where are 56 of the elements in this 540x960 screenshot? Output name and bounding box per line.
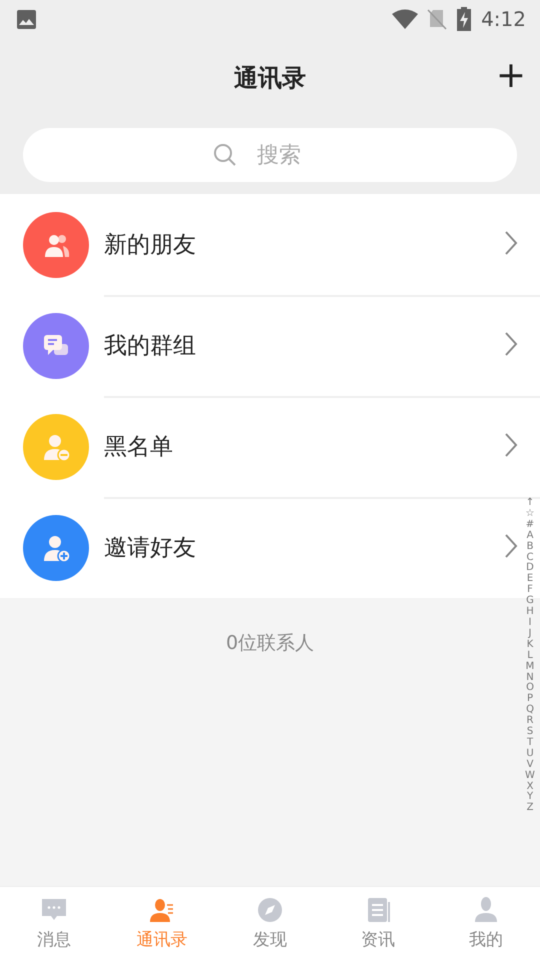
add-button[interactable]: + — [492, 56, 530, 96]
index-letter[interactable]: H — [526, 607, 534, 618]
nav-tab[interactable]: 资讯 — [324, 887, 432, 960]
index-letter[interactable]: Y — [526, 792, 534, 804]
index-letter[interactable]: Z — [526, 803, 534, 814]
menu-row[interactable]: 我的群组 — [0, 295, 540, 396]
nav-tab[interactable]: 我的 — [432, 887, 540, 960]
index-letter[interactable]: T — [526, 738, 534, 749]
contact-count: 0位联系人 — [226, 632, 314, 654]
menu-label: 黑名单 — [104, 433, 174, 462]
nav-tab[interactable]: 通讯录 — [108, 887, 216, 960]
index-letter[interactable]: N — [526, 672, 534, 684]
menu-row[interactable]: 新的朋友 — [0, 194, 540, 295]
image-icon — [16, 8, 37, 30]
chevron-right-icon — [504, 532, 518, 558]
index-letter[interactable]: P — [526, 694, 534, 706]
index-letter[interactable]: I — [528, 618, 532, 629]
index-letter[interactable]: W — [525, 770, 535, 782]
index-letter[interactable]: O — [526, 683, 534, 694]
index-letter[interactable]: K — [526, 640, 534, 651]
search-field[interactable]: 搜索 — [23, 128, 517, 182]
index-letter[interactable]: A — [526, 530, 534, 542]
index-letter[interactable]: X — [526, 782, 534, 792]
menu-row[interactable]: 黑名单 — [0, 396, 540, 497]
index-letter[interactable]: # — [526, 520, 534, 531]
nav-tab[interactable]: 发现 — [216, 887, 324, 960]
chevron-right-icon — [504, 330, 518, 356]
wifi-icon — [391, 8, 420, 30]
index-letter[interactable]: F — [527, 585, 533, 596]
search-icon — [213, 143, 237, 167]
menu-label: 我的群组 — [104, 332, 197, 361]
index-letter[interactable]: S — [526, 727, 534, 738]
chevron-right-icon — [504, 432, 518, 458]
battery-charging-icon — [457, 7, 472, 31]
index-letter[interactable]: L — [527, 650, 533, 662]
chevron-right-icon — [504, 230, 518, 256]
nav-tab[interactable]: 消息 — [0, 887, 108, 960]
index-letter[interactable]: ☆ — [526, 508, 534, 520]
index-letter[interactable]: D — [526, 563, 534, 574]
menu-label: 新的朋友 — [104, 231, 197, 260]
index-letter[interactable]: Q — [526, 705, 534, 716]
index-letter[interactable]: C — [526, 552, 534, 564]
index-letter[interactable]: U — [526, 748, 534, 760]
index-letter[interactable]: V — [526, 760, 534, 771]
compass-icon — [255, 895, 285, 925]
index-letter[interactable]: E — [526, 574, 534, 586]
index-letter[interactable]: ↑ — [526, 498, 534, 509]
index-letter[interactable]: M — [526, 662, 534, 672]
index-letter[interactable]: G — [526, 596, 534, 608]
index-letter[interactable]: B — [526, 542, 534, 553]
index-letter[interactable]: J — [528, 628, 532, 640]
page-title: 通讯录 — [234, 63, 306, 94]
no-sim-icon — [427, 8, 448, 30]
clock-time: 4:12 — [481, 7, 526, 31]
index-letter[interactable]: R — [526, 716, 534, 728]
menu-label: 邀请好友 — [104, 534, 197, 563]
